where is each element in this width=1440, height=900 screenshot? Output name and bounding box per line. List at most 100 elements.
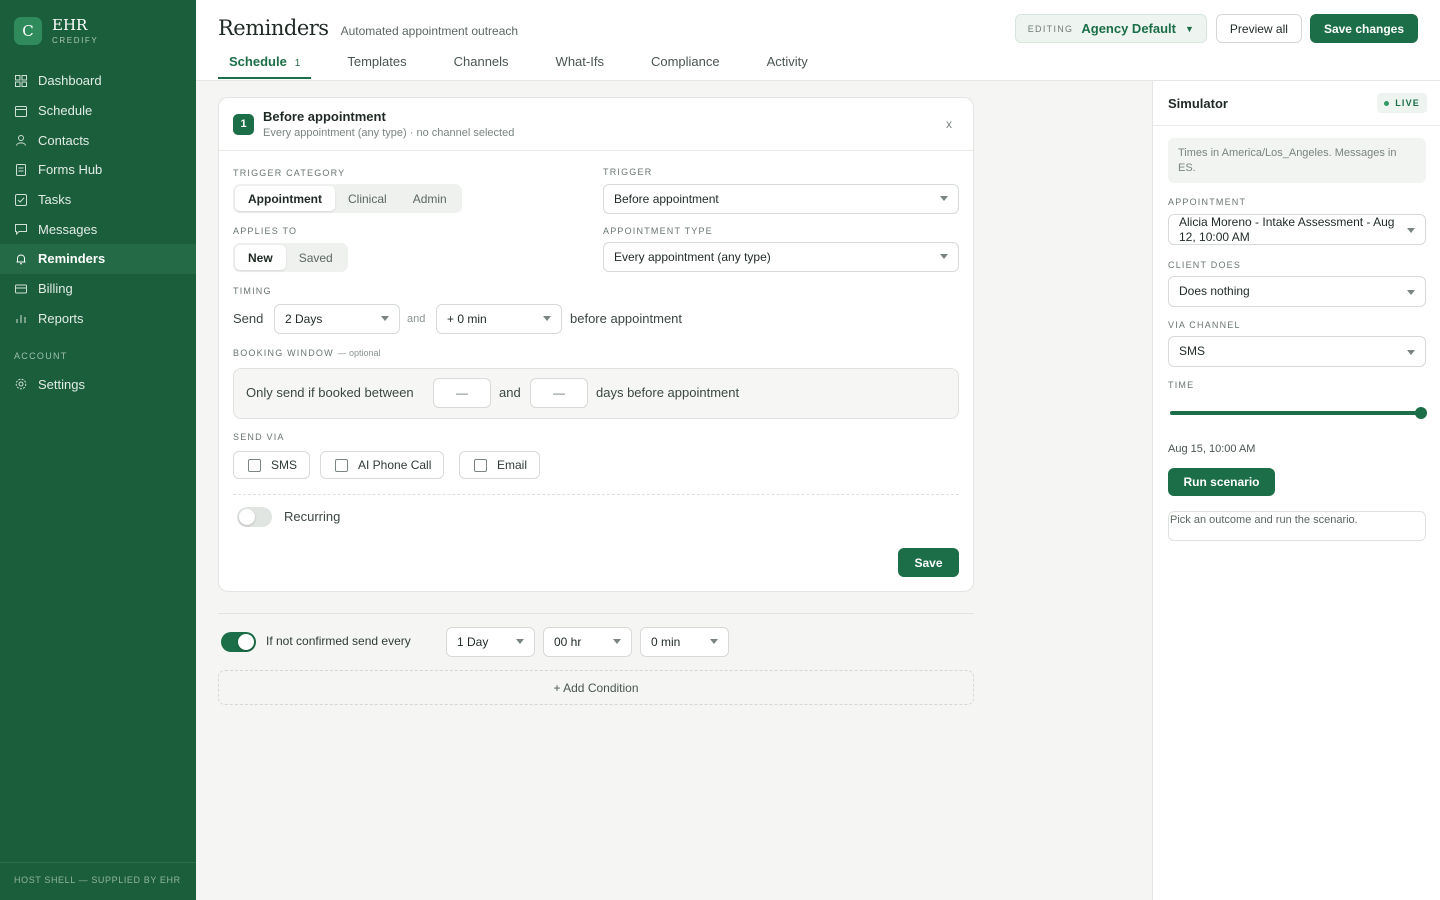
caret-down-icon (710, 639, 718, 644)
time-slider-track[interactable] (1170, 411, 1424, 415)
sidebar-item-label: Dashboard (38, 73, 102, 89)
sidebar-item-dashboard[interactable]: Dashboard (0, 66, 196, 96)
scenario-result: Pick an outcome and run the scenario. (1168, 511, 1426, 541)
followup-toggle[interactable] (221, 632, 256, 652)
channel-ai-phone-call-checkbox[interactable]: AI Phone Call (320, 451, 445, 479)
tab-channels[interactable]: Channels (443, 50, 520, 81)
sidebar-item-label: Reminders (38, 251, 106, 267)
sidebar-item-tasks[interactable]: Tasks (0, 185, 196, 215)
channel-email-checkbox[interactable]: Email (459, 451, 541, 479)
tab-templates[interactable]: Templates (336, 50, 417, 81)
trigger-category-segmented: Appointment Clinical Admin (233, 184, 462, 213)
save-rule-button[interactable]: Save (898, 548, 959, 577)
sidebar-item-reminders[interactable]: Reminders (0, 244, 196, 274)
applies-to-segmented: New Saved (233, 243, 348, 272)
tab-label: Schedule (229, 54, 287, 69)
sidebar-item-schedule[interactable]: Schedule (0, 96, 196, 126)
document-icon (14, 163, 28, 177)
editing-label: EDITING (1027, 23, 1074, 34)
tab-schedule[interactable]: Schedule 1 (218, 50, 312, 79)
caret-down-icon (543, 316, 551, 321)
grid-icon (14, 74, 28, 88)
segment-new[interactable]: New (235, 245, 286, 270)
checkbox-icon (335, 458, 348, 472)
bell-icon (14, 252, 28, 266)
sidebar-item-reports[interactable]: Reports (0, 304, 196, 334)
booking-prefix-text: Only send if booked between (246, 385, 414, 400)
caret-down-icon (940, 254, 948, 259)
timezone-note: Times in America/Los_Angeles. Messages i… (1168, 138, 1426, 183)
followup-days-select[interactable]: 1 Day (446, 627, 535, 657)
checkbox-icon (14, 193, 28, 207)
followup-days-value: 1 Day (457, 635, 489, 649)
segment-appointment[interactable]: Appointment (235, 186, 335, 211)
sidebar-item-label: Settings (38, 376, 85, 392)
followup-hours-select[interactable]: 00 hr (543, 627, 632, 657)
sidebar-item-forms-hub[interactable]: Forms Hub (0, 155, 196, 185)
followup-minutes-select[interactable]: 0 min (640, 627, 729, 657)
followup-minutes-value: 0 min (651, 635, 681, 649)
via-channel-label: VIA CHANNEL (1168, 320, 1241, 330)
caret-down-icon (940, 196, 948, 201)
save-changes-button[interactable]: Save changes (1309, 14, 1418, 43)
segment-admin[interactable]: Admin (400, 186, 460, 211)
add-condition-button[interactable]: + Add Condition (218, 670, 974, 705)
editing-profile-select[interactable]: EDITING Agency Default ▼ (1014, 14, 1207, 43)
appointment-type-value: Every appointment (any type) (614, 250, 771, 264)
booking-window-label: BOOKING WINDOW — optional (233, 348, 381, 358)
segment-saved[interactable]: Saved (286, 245, 346, 270)
booking-to-input[interactable]: — (530, 378, 588, 408)
person-icon (14, 133, 28, 147)
sidebar-item-billing[interactable]: Billing (0, 274, 196, 304)
tab-count-badge: 1 (294, 58, 301, 69)
timing-minutes-select[interactable]: + 0 min (436, 304, 562, 334)
segment-clinical[interactable]: Clinical (335, 186, 400, 211)
time-label: TIME (1168, 380, 1195, 390)
sidebar-item-label: Messages (38, 221, 98, 237)
brand-logo: C (14, 17, 42, 45)
sidebar-footer: HOST SHELL — SUPPLIED BY EHR (0, 862, 196, 900)
divider (233, 494, 959, 495)
followup-label: If not confirmed send every (266, 634, 411, 648)
tab-compliance[interactable]: Compliance (640, 50, 731, 81)
brand: C EHR CREDIFY (0, 0, 196, 62)
recurring-label: Recurring (284, 509, 341, 524)
client-does-select[interactable]: Does nothing (1168, 276, 1426, 307)
via-channel-select[interactable]: SMS (1168, 336, 1426, 367)
reminder-rule-card: 1 Before appointment Every appointment (… (218, 97, 974, 592)
tab-what-ifs[interactable]: What-Ifs (545, 50, 615, 81)
client-does-value: Does nothing (1179, 284, 1250, 298)
caret-down-icon (613, 639, 621, 644)
sidebar-item-messages[interactable]: Messages (0, 214, 196, 244)
page-title: Reminders (218, 16, 329, 40)
channel-label: Email (497, 458, 528, 472)
trigger-select[interactable]: Before appointment (603, 184, 959, 214)
rule-card-header: 1 Before appointment Every appointment (… (219, 98, 973, 151)
tab-bar: Schedule 1 Templates Channels What-Ifs Co… (218, 50, 844, 81)
sidebar-nav: Dashboard Schedule Contacts Forms Hub Ta… (0, 66, 196, 399)
appointment-type-select[interactable]: Every appointment (any type) (603, 242, 959, 272)
sidebar-item-contacts[interactable]: Contacts (0, 125, 196, 155)
brand-subtitle: CREDIFY (52, 35, 99, 45)
toggle-knob (238, 634, 254, 650)
time-slider-thumb[interactable] (1415, 407, 1427, 419)
send-via-label: SEND VIA (233, 432, 285, 442)
appointment-value: Alicia Moreno - Intake Assessment - Aug … (1179, 214, 1395, 244)
channel-sms-checkbox[interactable]: SMS (233, 451, 311, 479)
timing-days-select[interactable]: 2 Days (274, 304, 400, 334)
timing-send-text: Send (233, 311, 264, 326)
account-section-label: ACCOUNT (14, 351, 68, 362)
booking-from-input[interactable]: — (433, 378, 491, 408)
caret-down-icon (516, 639, 524, 644)
close-icon[interactable]: x (946, 117, 952, 131)
appointment-select[interactable]: Alicia Moreno - Intake Assessment - Aug … (1168, 214, 1426, 245)
tab-activity[interactable]: Activity (756, 50, 819, 81)
page-subtitle: Automated appointment outreach (340, 24, 519, 38)
sidebar-item-settings[interactable]: Settings (0, 369, 196, 399)
caret-down-icon (1407, 227, 1415, 233)
run-scenario-button[interactable]: Run scenario (1168, 468, 1275, 496)
calendar-icon (14, 104, 28, 118)
timing-minutes-value: + 0 min (447, 312, 487, 326)
recurring-toggle[interactable] (237, 507, 272, 527)
preview-all-button[interactable]: Preview all (1215, 14, 1302, 43)
